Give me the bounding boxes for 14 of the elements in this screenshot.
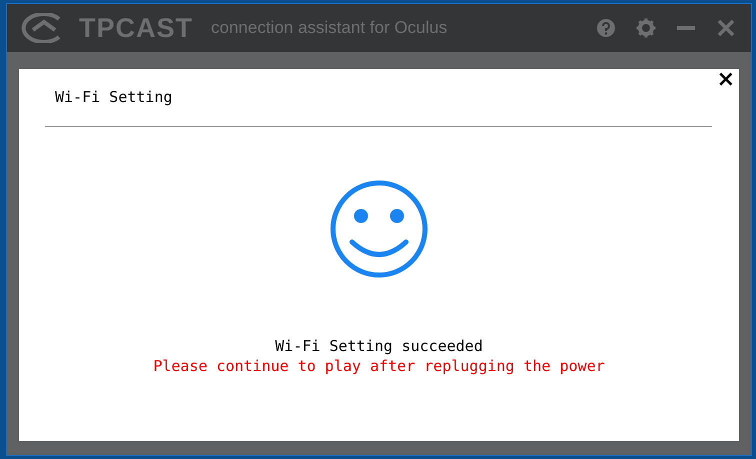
help-icon [596,18,616,38]
window-title: connection assistant for Oculus [211,18,448,38]
close-icon [717,19,735,37]
instruction-message: Please continue to play after replugging the power [152,357,606,375]
minimize-icon [677,26,695,30]
dialog-title: Wi-Fi Setting [55,88,172,106]
dialog-close-button[interactable]: × [716,69,735,91]
settings-icon [636,18,656,38]
app-logo: TPCAST [79,12,193,44]
success-message: Wi-Fi Setting succeeded [274,337,484,355]
settings-button[interactable] [635,17,657,39]
close-button[interactable] [715,17,737,39]
help-button[interactable] [595,17,617,39]
smiley-icon [329,179,429,279]
